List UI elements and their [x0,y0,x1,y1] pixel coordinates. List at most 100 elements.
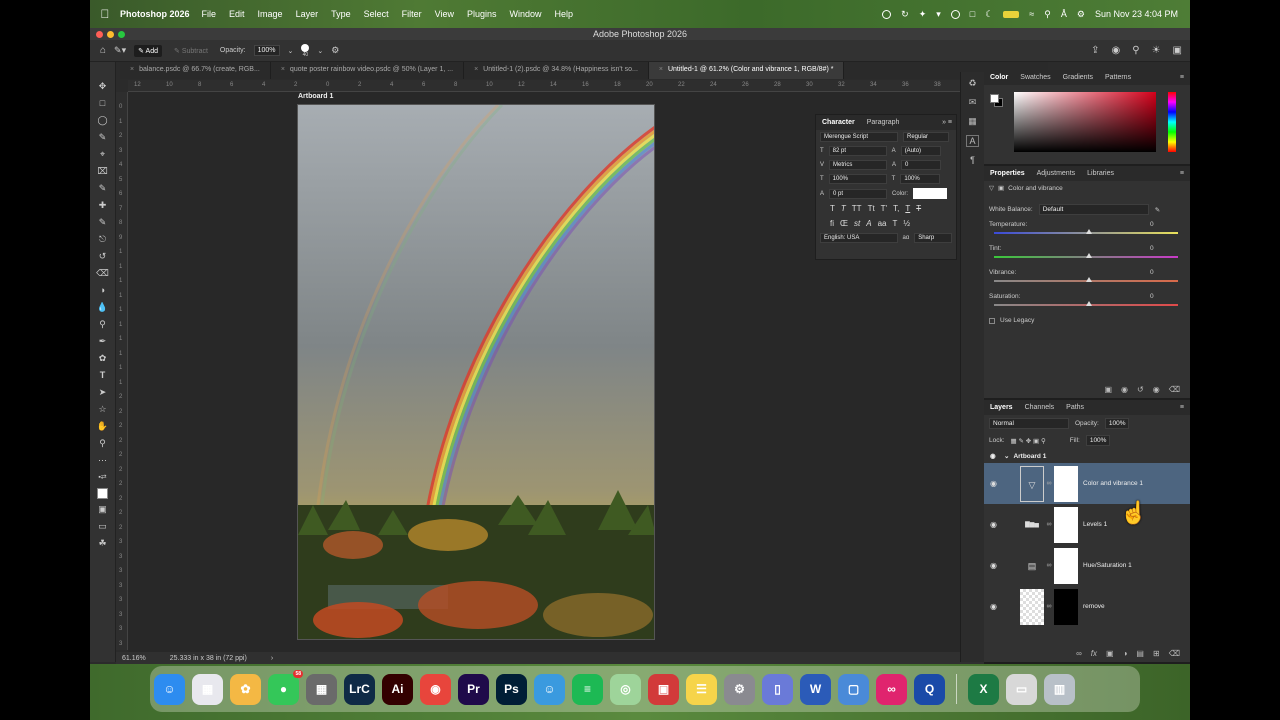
layer-mask-thumbnail[interactable] [1054,465,1078,502]
menu-file[interactable]: File [202,9,217,19]
white-balance-select[interactable]: Default [1038,204,1149,215]
dock-illustrator-icon[interactable]: Ai [382,673,413,705]
trash-icon[interactable]: ⌫ [1169,385,1180,394]
apple-icon[interactable]:  [90,7,120,21]
move-tool-icon[interactable]: ✥ [95,80,111,93]
control-center-icon[interactable]: ⚙ [1077,9,1085,20]
eye-icon[interactable]: ◉ [990,520,1008,529]
path-selection-tool-icon[interactable]: ➤ [95,386,111,399]
dock-preview-icon[interactable]: ◎ [610,673,641,705]
foreground-color-swatch[interactable] [990,94,999,103]
reset-icon[interactable]: ↺ [1137,385,1144,394]
dock-trash-icon[interactable]: ▥ [1044,673,1075,705]
slider-thumb[interactable] [1086,277,1092,282]
chevron-down-icon[interactable]: ⌄ [1004,452,1009,460]
quick-mask-icon[interactable]: ▣ [95,503,111,516]
eye-icon[interactable]: ◉ [990,602,1008,611]
clip-to-layer-icon[interactable]: ▣ [1104,385,1112,394]
subtract-mode-button[interactable]: ✎ Subtract [170,45,212,57]
fill-field[interactable]: 100% [1085,435,1111,446]
menu-edit[interactable]: Edit [229,9,245,19]
vertical-scale-field[interactable]: 100% [828,174,887,184]
chevron-down-icon[interactable]: ⌄ [317,47,323,55]
shape-tool-icon[interactable]: ✿ [95,352,111,365]
antialias-select[interactable]: Sharp [914,233,952,243]
star-shape-tool-icon[interactable]: ☆ [95,403,111,416]
dock-excel-icon[interactable]: X [968,673,999,705]
trash-icon[interactable]: ⌫ [1169,649,1180,658]
dock-system-settings-icon[interactable]: ⚙ [724,673,755,705]
ligatures-button[interactable]: fi [830,219,834,228]
tab-balance[interactable]: × balance.psdc @ 66.7% (create, RGB... [120,62,271,79]
history-icon[interactable]: ♻ [968,78,976,89]
layer-mask-thumbnail[interactable] [1054,506,1078,543]
font-style-select[interactable]: Regular [903,132,949,142]
foreground-color-swatch[interactable] [97,488,108,499]
text-color-swatch[interactable] [913,188,948,199]
panel-menu-icon[interactable]: ≡ [1180,170,1190,177]
slider-thumb[interactable] [1086,253,1092,258]
leading-field[interactable]: (Auto) [900,146,941,156]
workspace-icon[interactable]: ▣ [1173,45,1182,56]
battery-icon[interactable] [1003,10,1020,18]
gear-icon[interactable]: ⚙ [331,45,339,56]
discretionary-ligatures-button[interactable]: Œ [840,219,848,228]
dock-waze-icon[interactable]: ☺ [534,673,565,705]
close-icon[interactable]: × [130,66,134,73]
dock-photoshop-icon[interactable]: Ps [496,673,527,705]
panel-menu-icon[interactable]: ≡ [1180,404,1190,411]
search-icon[interactable]: ⚲ [1044,9,1051,20]
menu-layer[interactable]: Layer [296,9,319,19]
tab-color[interactable]: Color [990,74,1008,81]
horizontal-ruler[interactable]: 12 10 8 6 4 2 0 2 4 6 8 10 12 14 16 18 20 22 24 26 28 30 32 34 3… [128,80,1048,92]
tint-slider[interactable] [994,253,1178,258]
dock-finder-icon[interactable]: ☺ [154,673,185,705]
tab-patterns[interactable]: Patterns [1105,74,1131,81]
clone-stamp-tool-icon[interactable]: ⎋ [95,233,111,246]
hand-tool-icon[interactable]: ✋ [95,420,111,433]
dock-spotify-icon[interactable]: ≡ [572,673,603,705]
artboard-label[interactable]: Artboard 1 [298,93,333,100]
superscript-button[interactable]: T' [881,204,887,213]
comments-icon[interactable]: ✉ [969,97,977,108]
blend-mode-select[interactable]: Normal [989,418,1069,429]
temperature-slider[interactable] [994,229,1178,234]
layer-levels[interactable]: ◉ ▇▆▅ ∞ Levels 1 [984,504,1190,545]
more-tools-icon[interactable]: ⋯ [95,454,111,467]
tracking-field[interactable]: 0 [901,160,942,170]
dodge-tool-icon[interactable]: ⚲ [95,318,111,331]
vibrance-value[interactable]: 0 [1150,269,1168,276]
language-select[interactable]: English: USA [820,233,898,243]
tab-libraries[interactable]: Libraries [1087,170,1114,177]
dock-documents-icon[interactable]: ▭ [1006,673,1037,705]
notifications-icon[interactable]: ◉ [1112,45,1121,56]
tab-gradients[interactable]: Gradients [1063,74,1093,81]
record-icon[interactable] [882,9,892,19]
home-icon[interactable]: ⌂ [100,45,106,56]
clock[interactable]: Sun Nov 23 4:04 PM [1095,9,1178,19]
tab-paths[interactable]: Paths [1066,404,1084,411]
vpn-icon[interactable]: ▾ [936,9,941,20]
zoom-level[interactable]: 61.16% [122,655,146,662]
subscript-button[interactable]: T, [893,204,899,213]
chevron-down-icon[interactable]: ⌄ [288,47,294,55]
link-layers-icon[interactable]: ∞ [1076,649,1082,658]
lasso-tool-icon[interactable]: ◯ [95,114,111,127]
chevron-right-icon[interactable]: › [271,655,273,662]
slider-thumb[interactable] [1086,229,1092,234]
panel-menu-icon[interactable]: » ≡ [942,119,956,126]
tab-layers[interactable]: Layers [990,404,1013,411]
quick-selection-tool-icon[interactable]: ✎ [95,131,111,144]
vertical-ruler[interactable]: 0 1 2 3 4 5 6 7 8 9 1 1 1 1 1 1 1 1 1 1 2 2 2 2 2 2 2 2 2 2 3 3 3 3 3 3 3 3 [116,92,128,650]
tab-properties[interactable]: Properties [990,170,1025,177]
eye-icon[interactable]: ◉ [990,561,1008,570]
tab-channels[interactable]: Channels [1025,404,1055,411]
tab-swatches[interactable]: Swatches [1020,74,1050,81]
quick-select-tool-icon[interactable]: ✎▾ [114,45,126,56]
dock-calculator-icon[interactable]: ▦ [306,673,337,705]
edit-toolbar-icon[interactable]: ☘ [95,537,111,550]
crop-tool-icon[interactable]: ⌖ [95,148,111,161]
tint-value[interactable]: 0 [1150,245,1168,252]
document-size[interactable]: 25.333 in x 38 in (72 ppi) [170,655,247,662]
tab-untitled-2[interactable]: × Untitled-1 (2).psdc @ 34.8% (Happiness … [464,62,649,79]
